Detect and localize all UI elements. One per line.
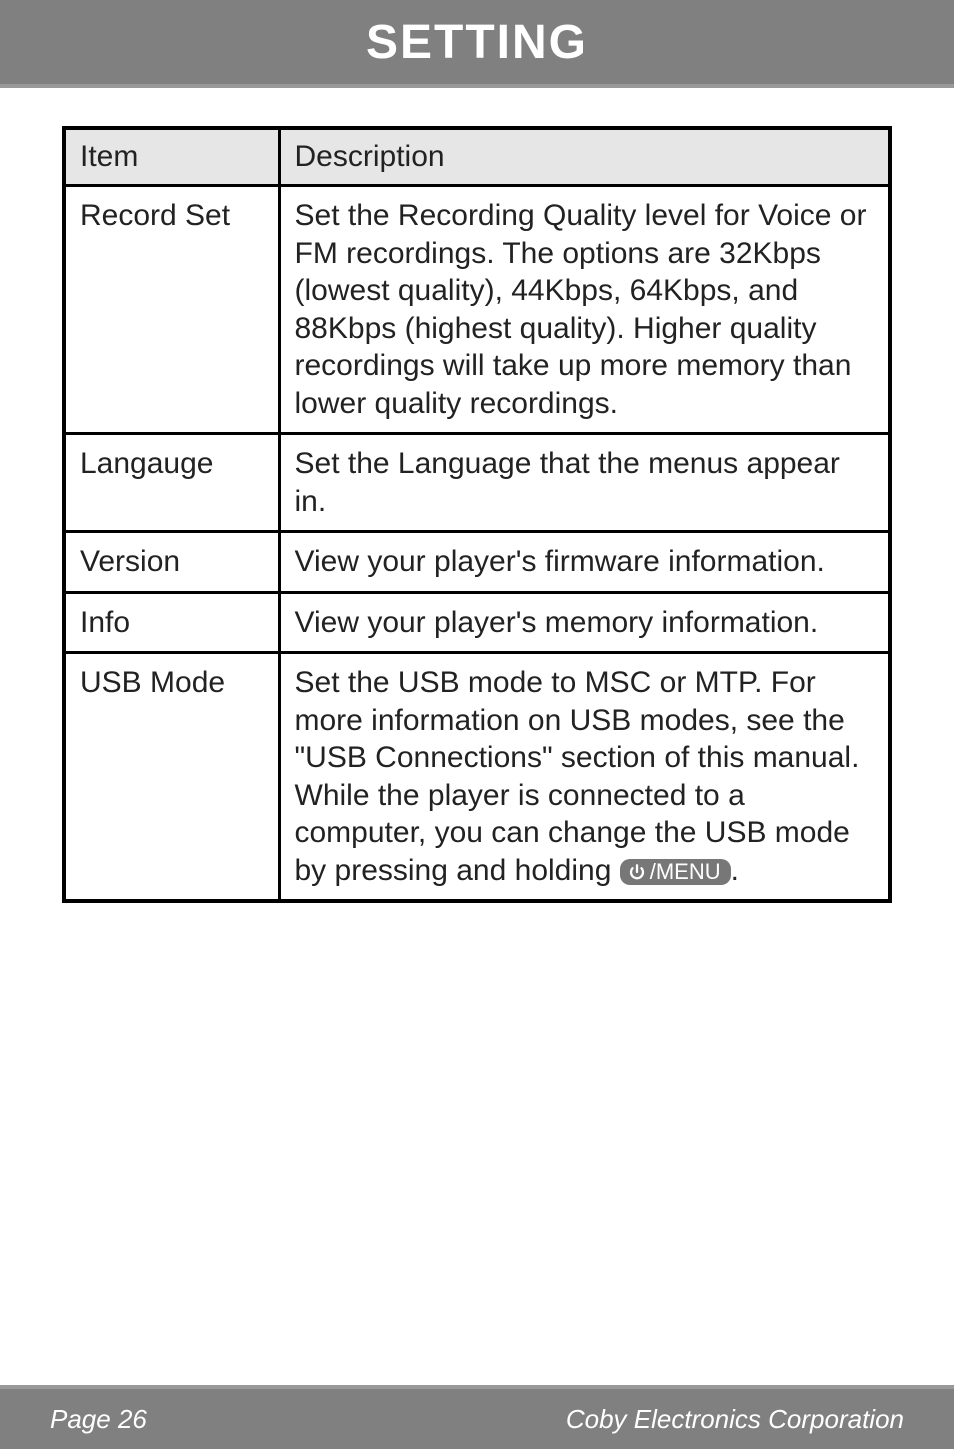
menu-label: /MENU: [650, 861, 721, 883]
cell-item: Langauge: [64, 434, 279, 532]
settings-table: Item Description Record Set Set the Reco…: [62, 126, 892, 903]
cell-description: Set the USB mode to MSC or MTP. For more…: [279, 653, 890, 902]
cell-item: Info: [64, 592, 279, 653]
footer-page-number: Page 26: [50, 1404, 147, 1435]
table-row: Langauge Set the Language that the menus…: [64, 434, 890, 532]
cell-item: Version: [64, 532, 279, 593]
table-row: Record Set Set the Recording Quality lev…: [64, 186, 890, 434]
table-row: Info View your player's memory informati…: [64, 592, 890, 653]
cell-description: View your player's memory information.: [279, 592, 890, 653]
header-item: Item: [64, 128, 279, 186]
header-bar: SETTING: [0, 0, 954, 88]
footer-bar: Page 26 Coby Electronics Corporation: [0, 1385, 954, 1449]
cell-item: USB Mode: [64, 653, 279, 902]
usb-desc-part2: While the player is connected to a compu…: [295, 779, 850, 887]
content-area: Item Description Record Set Set the Reco…: [0, 88, 954, 1449]
cell-description: View your player's firmware information.: [279, 532, 890, 593]
cell-description: Set the Recording Quality level for Voic…: [279, 186, 890, 434]
page-title: SETTING: [366, 15, 588, 70]
power-menu-button-icon: /MENU: [620, 859, 731, 885]
cell-description: Set the Language that the menus appear i…: [279, 434, 890, 532]
header-description: Description: [279, 128, 890, 186]
footer-company: Coby Electronics Corporation: [566, 1404, 904, 1435]
cell-item: Record Set: [64, 186, 279, 434]
table-row: Version View your player's firmware info…: [64, 532, 890, 593]
table-header-row: Item Description: [64, 128, 890, 186]
usb-desc-part1: Set the USB mode to MSC or MTP. For more…: [295, 666, 860, 774]
table-row: USB Mode Set the USB mode to MSC or MTP.…: [64, 653, 890, 902]
power-icon: [628, 863, 646, 881]
page-root: SETTING Item Description Record Set Set …: [0, 0, 954, 1449]
usb-desc-part3: .: [731, 854, 739, 887]
